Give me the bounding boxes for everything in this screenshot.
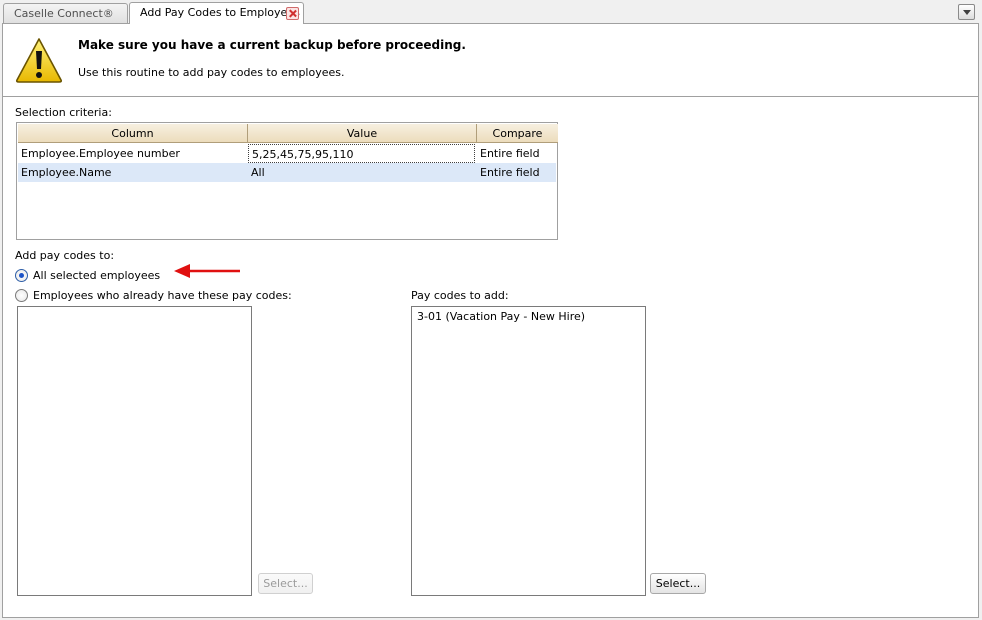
tab-label: Add Pay Codes to Employees — [140, 6, 300, 19]
pay-codes-listbox[interactable]: 3-01 (Vacation Pay - New Hire) — [411, 306, 646, 596]
selection-criteria-label: Selection criteria: — [15, 106, 112, 119]
table-row[interactable]: Employee.Employee number 5,25,45,75,95,1… — [18, 144, 556, 163]
cell-column: Employee.Name — [21, 166, 112, 179]
tab-caselle-connect[interactable]: Caselle Connect® — [3, 3, 128, 23]
cell-value: All — [251, 166, 265, 179]
table-row[interactable]: Employee.Name All Entire field — [18, 163, 556, 182]
cell-column: Employee.Employee number — [21, 147, 180, 160]
add-pay-codes-to-label: Add pay codes to: — [15, 249, 115, 262]
column-header-column[interactable]: Column — [18, 124, 248, 143]
close-icon[interactable] — [286, 7, 299, 20]
employees-listbox[interactable] — [17, 306, 252, 596]
warning-title: Make sure you have a current backup befo… — [78, 38, 466, 52]
select-pay-codes-button[interactable]: Select... — [650, 573, 706, 594]
warning-icon — [15, 38, 63, 83]
column-header-compare[interactable]: Compare — [477, 124, 558, 143]
tab-add-pay-codes[interactable]: Add Pay Codes to Employees — [129, 2, 304, 24]
radio-existing-employees-label[interactable]: Employees who already have these pay cod… — [33, 289, 292, 302]
main-panel: Make sure you have a current backup befo… — [2, 23, 979, 618]
select-employees-button[interactable]: Select... — [258, 573, 313, 594]
red-arrow-annotation — [174, 264, 240, 278]
warning-header: Make sure you have a current backup befo… — [3, 24, 978, 97]
selection-criteria-grid[interactable]: Column Value Compare Employee.Employee n… — [16, 122, 558, 240]
tab-label: Caselle Connect® — [14, 7, 114, 20]
warning-subtitle: Use this routine to add pay codes to emp… — [78, 66, 345, 79]
cell-compare: Entire field — [480, 147, 540, 160]
cell-compare: Entire field — [480, 166, 540, 179]
radio-existing-employees[interactable] — [15, 289, 28, 302]
cell-value[interactable]: 5,25,45,75,95,110 — [248, 144, 475, 163]
list-item[interactable]: 3-01 (Vacation Pay - New Hire) — [417, 310, 585, 323]
tab-bar: Caselle Connect® Add Pay Codes to Employ… — [0, 0, 982, 24]
grid-header: Column Value Compare — [18, 124, 558, 143]
radio-all-selected-employees[interactable] — [15, 269, 28, 282]
column-header-value[interactable]: Value — [248, 124, 477, 143]
radio-all-selected-employees-label[interactable]: All selected employees — [33, 269, 160, 282]
pay-codes-to-add-label: Pay codes to add: — [411, 289, 509, 302]
tab-menu-dropdown-icon[interactable] — [958, 4, 975, 20]
